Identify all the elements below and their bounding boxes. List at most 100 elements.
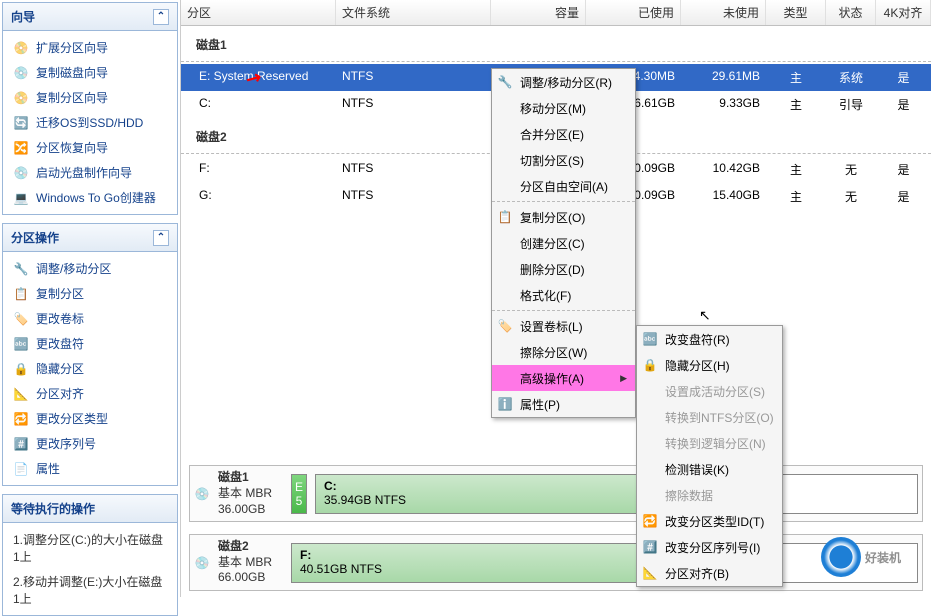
menu-item-label: 改变分区类型ID(T) xyxy=(665,513,764,530)
menu-item[interactable]: 🔒 隐藏分区(H) xyxy=(637,352,782,378)
menu-item[interactable]: 擦除分区(W) xyxy=(492,339,635,365)
menu-item-label: 设置成活动分区(S) xyxy=(665,383,765,400)
th-status[interactable]: 状态 xyxy=(826,0,876,25)
menu-item[interactable]: 擦除数据 xyxy=(637,482,782,508)
sidebar-item[interactable]: #️⃣ 更改序列号 xyxy=(3,431,177,456)
collapse-icon[interactable]: ⌃ xyxy=(153,9,169,25)
menu-item[interactable]: 移动分区(M) xyxy=(492,95,635,121)
main-area: 分区 文件系统 容量 已使用 未使用 类型 状态 4K对齐 磁盘1 E: Sys… xyxy=(181,0,931,597)
menu-item[interactable]: 转换到逻辑分区(N) xyxy=(637,430,782,456)
disk2-bar[interactable]: 💿 磁盘2 基本 MBR 66.00GB F:40.51GB NTFS xyxy=(189,534,923,591)
menu-item[interactable]: 🔧 调整/移动分区(R) xyxy=(492,69,635,95)
watermark-text: 好装机 xyxy=(865,549,901,566)
disk1-bar[interactable]: 💿 磁盘1 基本 MBR 36.00GB E 5 C:35.94GB NTFS xyxy=(189,465,923,522)
menu-item[interactable]: 🏷️ 设置卷标(L) xyxy=(492,313,635,339)
menu-item[interactable]: 格式化(F) xyxy=(492,282,635,308)
menu-item[interactable]: #️⃣ 改变分区序列号(I) xyxy=(637,534,782,560)
item-icon: 📀 xyxy=(13,90,29,106)
sidebar-item[interactable]: 💿 复制磁盘向导 xyxy=(3,60,177,85)
sidebar-item[interactable]: 📀 扩展分区向导 xyxy=(3,35,177,60)
menu-item-icon xyxy=(496,125,514,143)
menu-item-icon xyxy=(496,234,514,252)
pending-item[interactable]: 1.调整分区(C:)的大小在磁盘1上 xyxy=(3,527,177,569)
sidebar-item-label: 复制分区向导 xyxy=(36,89,108,106)
sidebar-item-label: 隐藏分区 xyxy=(36,360,84,377)
sidebar-item[interactable]: 📄 属性 xyxy=(3,456,177,481)
menu-item[interactable]: 📋 复制分区(O) xyxy=(492,204,635,230)
menu-item-icon xyxy=(496,369,514,387)
ops-panel-header[interactable]: 分区操作 ⌃ xyxy=(3,224,177,252)
submenu-arrow-icon: ▶ xyxy=(620,373,627,384)
menu-item-label: 属性(P) xyxy=(520,396,560,413)
item-icon: 🔧 xyxy=(13,261,29,277)
th-type[interactable]: 类型 xyxy=(766,0,826,25)
th-4k[interactable]: 4K对齐 xyxy=(876,0,931,25)
context-submenu: 🔤 改变盘符(R) 🔒 隐藏分区(H) 设置成活动分区(S) 转换到NTFS分区… xyxy=(636,325,783,587)
sidebar-item[interactable]: 🔄 迁移OS到SSD/HDD xyxy=(3,110,177,135)
menu-item-icon xyxy=(641,434,659,452)
disk1-e-segment[interactable]: E 5 xyxy=(291,474,307,514)
cell-fs: NTFS xyxy=(336,67,491,88)
sidebar-item-label: 扩展分区向导 xyxy=(36,39,108,56)
sidebar-item[interactable]: 🔤 更改盘符 xyxy=(3,331,177,356)
menu-item-label: 合并分区(E) xyxy=(520,126,584,143)
sidebar-item[interactable]: 🔀 分区恢复向导 xyxy=(3,135,177,160)
cell-partition: E: System Reserved xyxy=(181,67,336,88)
sidebar-item-label: 更改卷标 xyxy=(36,310,84,327)
menu-item[interactable]: 📐 分区对齐(B) xyxy=(637,560,782,586)
watermark: 好装机 xyxy=(821,537,901,577)
menu-item[interactable]: 🔤 改变盘符(R) xyxy=(637,326,782,352)
menu-item-icon xyxy=(641,382,659,400)
menu-item[interactable]: 合并分区(E) xyxy=(492,121,635,147)
th-used[interactable]: 已使用 xyxy=(586,0,681,25)
th-filesystem[interactable]: 文件系统 xyxy=(336,0,491,25)
menu-item-icon: 📋 xyxy=(496,208,514,226)
menu-item[interactable]: 检测错误(K) xyxy=(637,456,782,482)
sidebar-item[interactable]: 🔒 隐藏分区 xyxy=(3,356,177,381)
pending-panel-title: 等待执行的操作 xyxy=(11,500,95,517)
item-icon: 🔁 xyxy=(13,411,29,427)
item-icon: 💻 xyxy=(13,190,29,206)
sidebar-item[interactable]: 💿 启动光盘制作向导 xyxy=(3,160,177,185)
pending-panel-header[interactable]: 等待执行的操作 xyxy=(3,495,177,523)
cell-status: 无 xyxy=(826,186,876,207)
disk2-bar-label: 磁盘2 基本 MBR 66.00GB xyxy=(218,539,283,586)
menu-item-icon xyxy=(496,343,514,361)
sidebar-item-label: 分区恢复向导 xyxy=(36,139,108,156)
menu-item[interactable]: 转换到NTFS分区(O) xyxy=(637,404,782,430)
menu-item[interactable]: 设置成活动分区(S) xyxy=(637,378,782,404)
th-capacity[interactable]: 容量 xyxy=(491,0,586,25)
ops-panel-title: 分区操作 xyxy=(11,229,59,246)
sidebar-item[interactable]: 🔧 调整/移动分区 xyxy=(3,256,177,281)
disk1-label: 磁盘1 xyxy=(181,26,931,59)
pending-item[interactable]: 2.移动并调整(E:)大小在磁盘1上 xyxy=(3,569,177,611)
menu-item[interactable]: 分区自由空间(A) xyxy=(492,173,635,199)
sidebar-item[interactable]: 📋 复制分区 xyxy=(3,281,177,306)
menu-item[interactable]: ℹ️ 属性(P) xyxy=(492,391,635,417)
disk1-c-segment[interactable]: C:35.94GB NTFS xyxy=(315,474,918,514)
menu-item[interactable]: 🔁 改变分区类型ID(T) xyxy=(637,508,782,534)
sidebar-item[interactable]: 🏷️ 更改卷标 xyxy=(3,306,177,331)
sidebar-item[interactable]: 📀 复制分区向导 xyxy=(3,85,177,110)
menu-item-icon xyxy=(496,286,514,304)
item-icon: 🔤 xyxy=(13,336,29,352)
cell-4k: 是 xyxy=(876,94,931,115)
sidebar-item[interactable]: 💻 Windows To Go创建器 xyxy=(3,185,177,210)
menu-item[interactable]: 创建分区(C) xyxy=(492,230,635,256)
context-menu: 🔧 调整/移动分区(R) 移动分区(M) 合并分区(E) 切割分区(S) 分区自… xyxy=(491,68,636,418)
pending-panel: 等待执行的操作 1.调整分区(C:)的大小在磁盘1上2.移动并调整(E:)大小在… xyxy=(2,494,178,616)
menu-item-label: 高级操作(A) xyxy=(520,370,584,387)
wizard-panel-header[interactable]: 向导 ⌃ xyxy=(3,3,177,31)
collapse-icon[interactable]: ⌃ xyxy=(153,230,169,246)
sidebar-item[interactable]: 🔁 更改分区类型 xyxy=(3,406,177,431)
cell-type: 主 xyxy=(766,186,826,207)
menu-item[interactable]: 高级操作(A) ▶ xyxy=(492,365,635,391)
th-partition[interactable]: 分区 xyxy=(181,0,336,25)
ops-panel: 分区操作 ⌃ 🔧 调整/移动分区 📋 复制分区 🏷️ 更改卷标 🔤 更改盘符 🔒… xyxy=(2,223,178,486)
menu-item[interactable]: 切割分区(S) xyxy=(492,147,635,173)
sidebar-item[interactable]: 📐 分区对齐 xyxy=(3,381,177,406)
menu-item[interactable]: 删除分区(D) xyxy=(492,256,635,282)
sidebar: 向导 ⌃ 📀 扩展分区向导 💿 复制磁盘向导 📀 复制分区向导 🔄 迁移OS到S… xyxy=(0,0,181,597)
table-header: 分区 文件系统 容量 已使用 未使用 类型 状态 4K对齐 xyxy=(181,0,931,26)
th-free[interactable]: 未使用 xyxy=(681,0,766,25)
